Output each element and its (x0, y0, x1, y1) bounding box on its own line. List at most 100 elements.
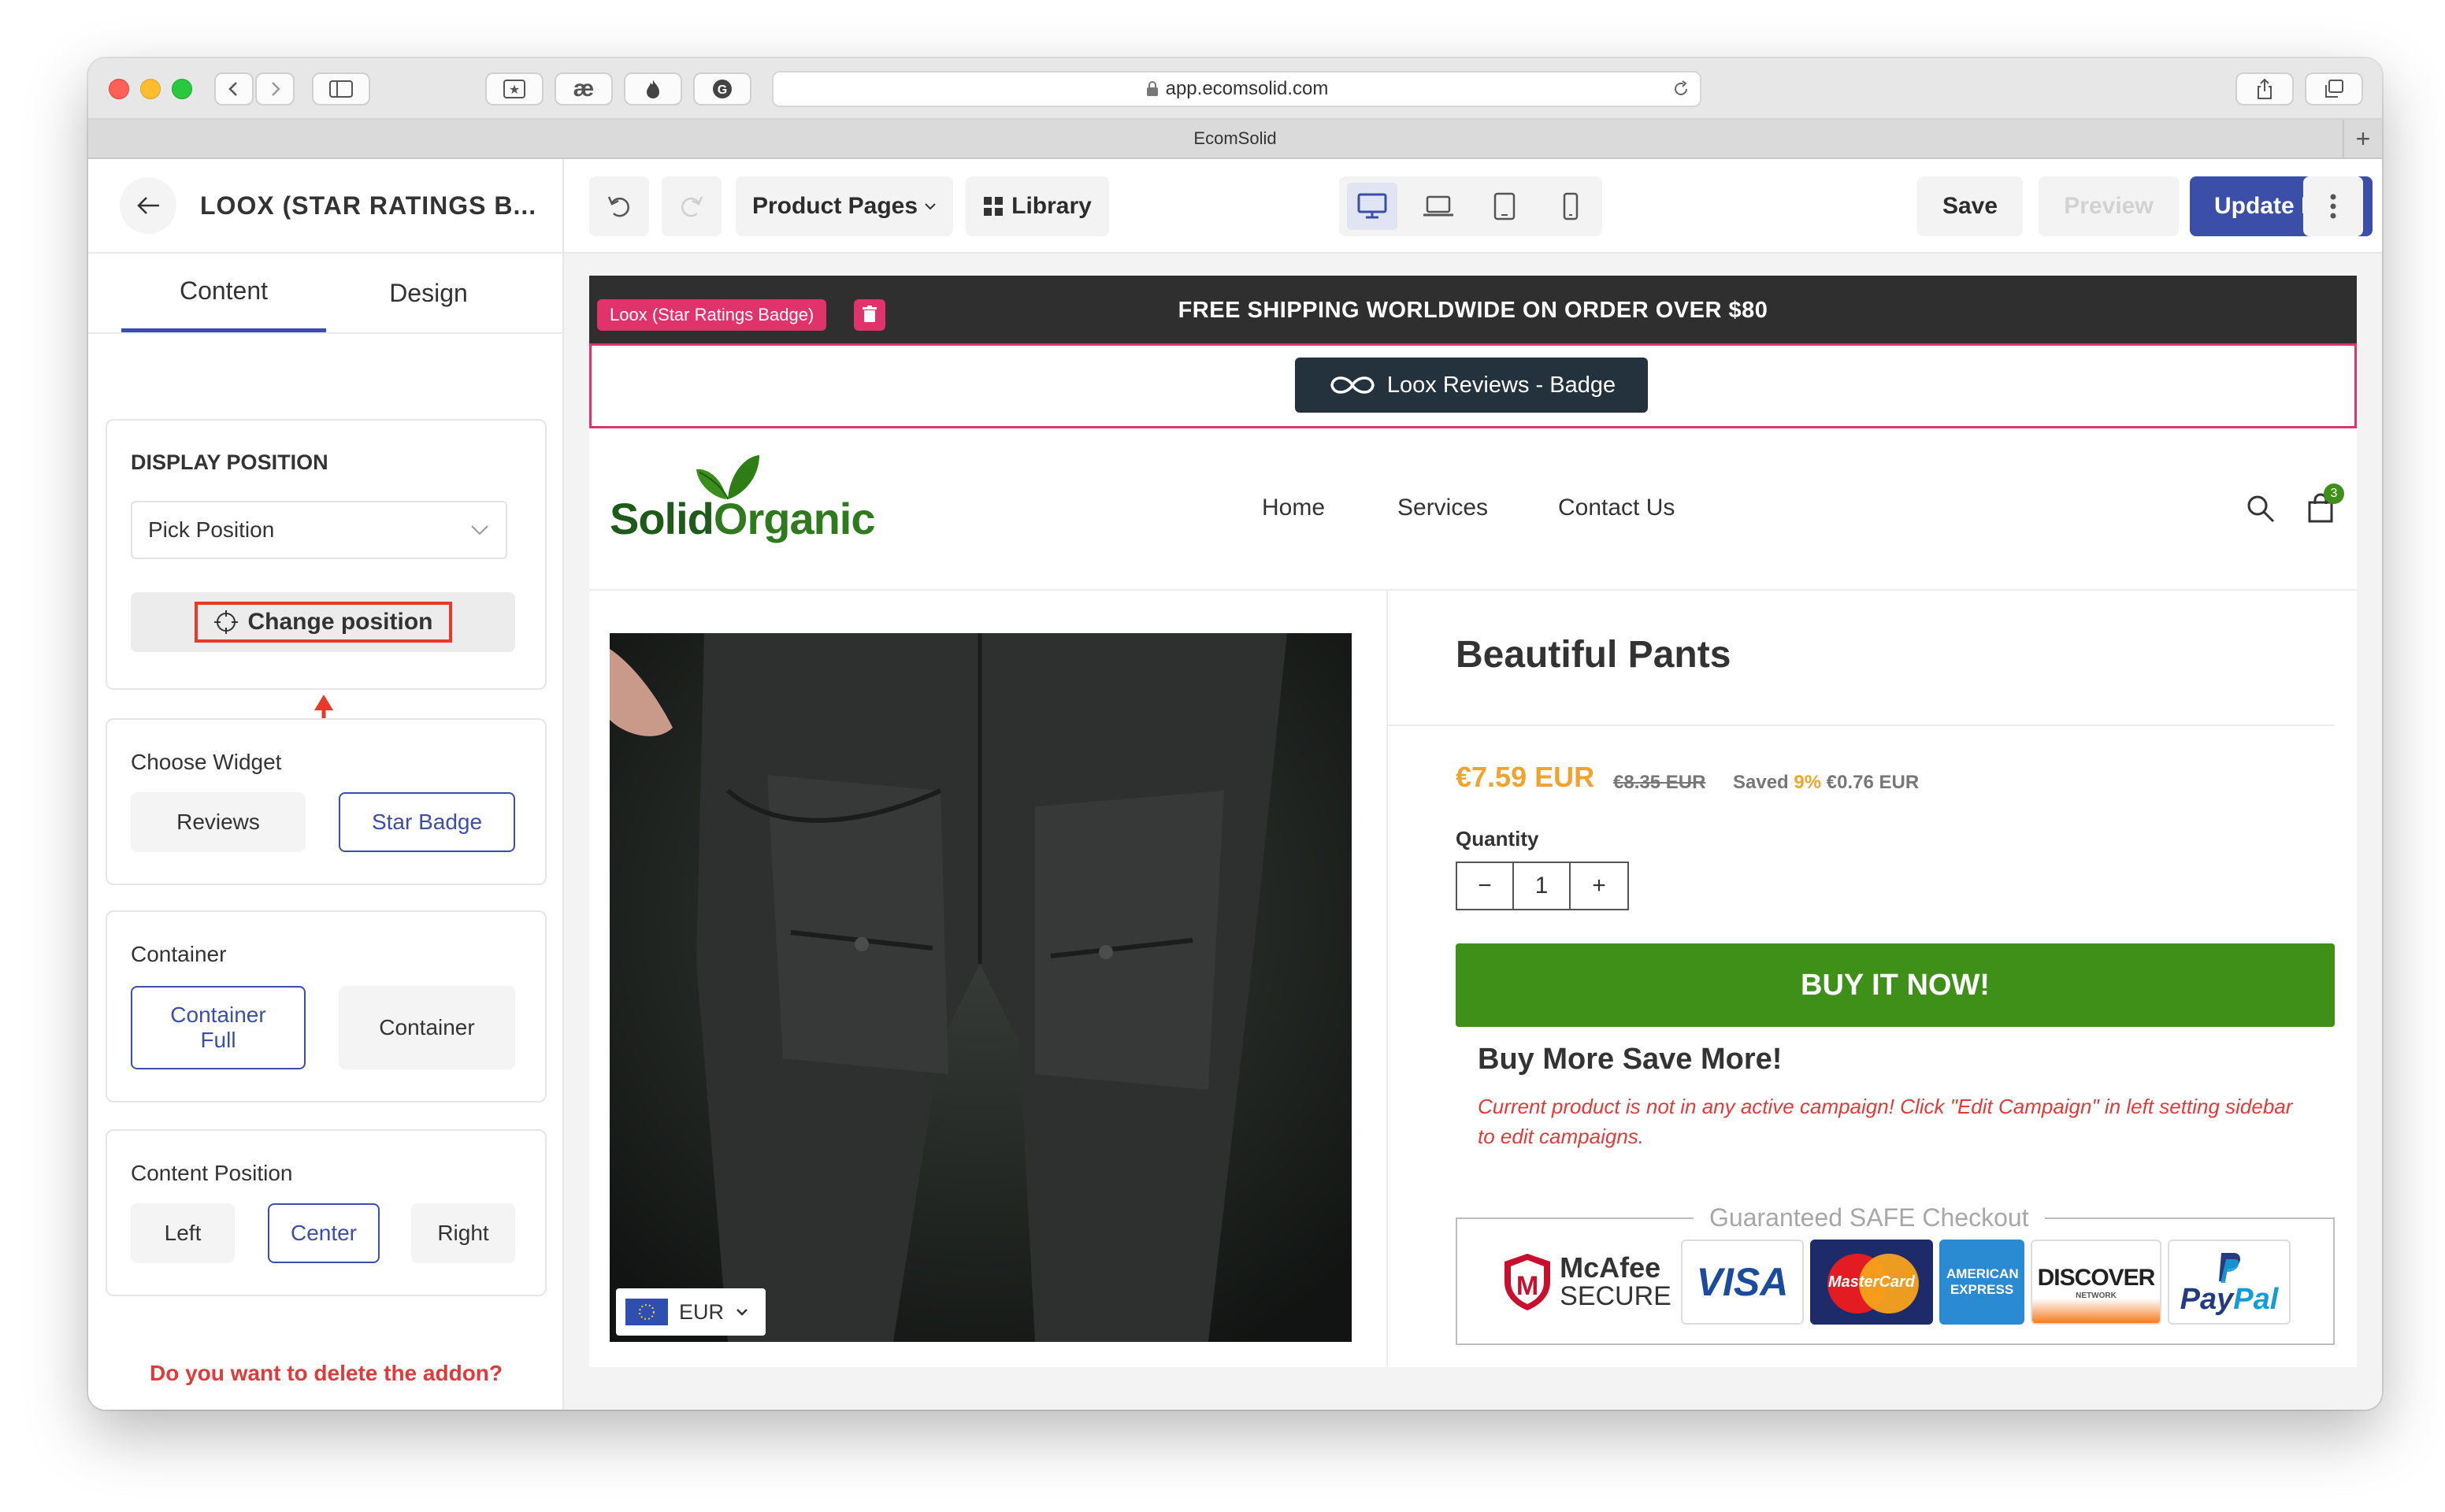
widget-option-star-badge[interactable]: Star Badge (339, 792, 515, 852)
cart-count-badge: 3 (2324, 484, 2344, 504)
flame-icon (647, 80, 659, 98)
buy-more-save-more-title: Buy More Save More! (1478, 1043, 1783, 1076)
save-button[interactable]: Save (1917, 176, 2023, 236)
share-button[interactable] (2235, 72, 2294, 106)
addon-title: LOOX (STAR RATINGS B... (200, 191, 537, 220)
url-text: app.ecomsolid.com (1165, 78, 1329, 99)
product-pages-dropdown[interactable]: Product Pages (736, 176, 953, 236)
campaign-note: Current product is not in any active cam… (1478, 1095, 2293, 1148)
extension-grammarly-button[interactable]: G (693, 72, 751, 106)
nav-services[interactable]: Services (1397, 495, 1488, 521)
quantity-decrease-button[interactable]: − (1457, 863, 1514, 909)
quantity-value[interactable]: 1 (1514, 863, 1571, 909)
change-position-label: Change position (247, 609, 433, 635)
loox-reviews-badge[interactable]: Loox Reviews - Badge (1295, 358, 1648, 413)
cart-button[interactable]: 3 (2303, 484, 2344, 526)
mcafee-badge: M McAfee SECURE (1497, 1240, 1675, 1325)
nav-home[interactable]: Home (1262, 495, 1325, 521)
device-tablet-button[interactable] (1479, 183, 1530, 230)
content-position-right[interactable]: Right (411, 1203, 515, 1263)
sidebar-toggle-button[interactable] (312, 72, 370, 106)
address-bar[interactable]: app.ecomsolid.com (772, 71, 1701, 107)
grid-icon (984, 197, 1004, 216)
kebab-icon (2330, 194, 2336, 219)
mcafee-secure: SECURE (1560, 1281, 1671, 1311)
zoom-window-button[interactable] (172, 79, 192, 99)
logo-word-organic: Organic (713, 494, 876, 543)
safe-checkout-title: Guaranteed SAFE Checkout (1694, 1203, 2045, 1232)
container-option-full[interactable]: Container Full (131, 986, 306, 1069)
tab-title[interactable]: EcomSolid (1193, 128, 1276, 149)
bookmark-extension-button[interactable]: ★ (485, 72, 544, 106)
nav-contact-us[interactable]: Contact Us (1558, 495, 1675, 521)
logo-word-solid: Solid (610, 494, 714, 543)
product-price: €7.59 EUR (1456, 761, 1595, 793)
display-position-card: DISPLAY POSITION Pick Position Change po… (106, 419, 547, 690)
buy-it-now-button[interactable]: BUY IT NOW! (1456, 943, 2335, 1027)
minimize-window-button[interactable] (140, 79, 161, 99)
browser-back-button[interactable] (214, 72, 254, 106)
mastercard-text: MasterCard (1827, 1273, 1916, 1291)
preview-button[interactable]: Preview (2039, 176, 2179, 236)
device-mobile-button[interactable] (1545, 183, 1596, 230)
paypal-word-pal: Pal (2233, 1283, 2279, 1316)
paypal-wordmark: PayPal (2180, 1284, 2279, 1314)
discover-network-text: NETWORK (2076, 1291, 2117, 1300)
paypal-word-pay: Pay (2180, 1283, 2234, 1316)
mcafee-name: McAfee (1560, 1251, 1661, 1284)
share-icon (2258, 78, 2272, 99)
content-position-label: Content Position (131, 1161, 293, 1185)
redo-button[interactable] (662, 176, 722, 236)
undo-button[interactable] (589, 176, 649, 236)
container-option-boxed[interactable]: Container (339, 986, 515, 1069)
browser-forward-button[interactable] (255, 72, 295, 106)
delete-section-button[interactable] (854, 299, 885, 331)
laptop-icon (1423, 195, 1453, 217)
chevron-down-icon (471, 525, 488, 536)
library-button[interactable]: Library (966, 176, 1109, 236)
paypal-badge: PayPal (2168, 1240, 2291, 1325)
change-position-highlight: Change position (194, 602, 452, 643)
extension-fire-button[interactable] (624, 72, 682, 106)
loox-section-tag[interactable]: Loox (Star Ratings Badge) (597, 299, 827, 331)
device-laptop-button[interactable] (1413, 183, 1464, 230)
desktop-icon (1357, 193, 1387, 219)
back-button[interactable] (120, 177, 176, 234)
product-title: Beautiful Pants (1456, 634, 1731, 676)
quantity-increase-button[interactable]: + (1571, 863, 1627, 909)
library-label: Library (1011, 193, 1092, 219)
grammarly-icon: G (713, 80, 732, 98)
mobile-icon (1563, 192, 1579, 220)
change-position-button[interactable]: Change position (131, 592, 515, 652)
new-tab-button[interactable]: + (2343, 120, 2382, 158)
widget-option-reviews[interactable]: Reviews (131, 792, 306, 852)
content-position-left[interactable]: Left (131, 1203, 235, 1263)
saved-amount: €0.76 EUR (1826, 772, 1920, 793)
quantity-stepper: − 1 + (1456, 862, 1629, 910)
saved-label: Saved (1733, 772, 1789, 793)
currency-code: EUR (679, 1299, 725, 1324)
display-position-label: DISPLAY POSITION (131, 450, 328, 474)
browser-titlebar: ★ æ G app.ecomsolid.com (88, 58, 2382, 120)
browser-tab-bar: EcomSolid + (88, 120, 2382, 159)
close-window-button[interactable] (109, 79, 129, 99)
tab-content[interactable]: Content (121, 254, 326, 332)
delete-addon-link[interactable]: Do you want to delete the addon? (88, 1361, 564, 1386)
lock-icon (1146, 81, 1158, 96)
more-menu-button[interactable] (2303, 176, 2363, 236)
product-compare-price: €8.35 EUR (1613, 772, 1706, 793)
page-canvas: FREE SHIPPING WORLDWIDE ON ORDER OVER $8… (589, 276, 2357, 1367)
currency-selector[interactable]: EUR (616, 1288, 766, 1336)
search-icon[interactable] (2245, 493, 2276, 524)
extension-ae-button[interactable]: æ (555, 72, 613, 106)
reload-icon[interactable] (1671, 80, 1690, 98)
content-position-center[interactable]: Center (268, 1203, 380, 1263)
store-logo[interactable]: SolidOrganic (610, 447, 876, 550)
position-select[interactable]: Pick Position (131, 501, 507, 559)
tabs-overview-button[interactable] (2305, 72, 2363, 106)
product-image[interactable]: EUR (610, 633, 1352, 1342)
svg-text:G: G (718, 83, 727, 97)
device-desktop-button[interactable] (1347, 183, 1397, 230)
tab-design[interactable]: Design (326, 254, 531, 332)
trash-icon (863, 306, 877, 322)
